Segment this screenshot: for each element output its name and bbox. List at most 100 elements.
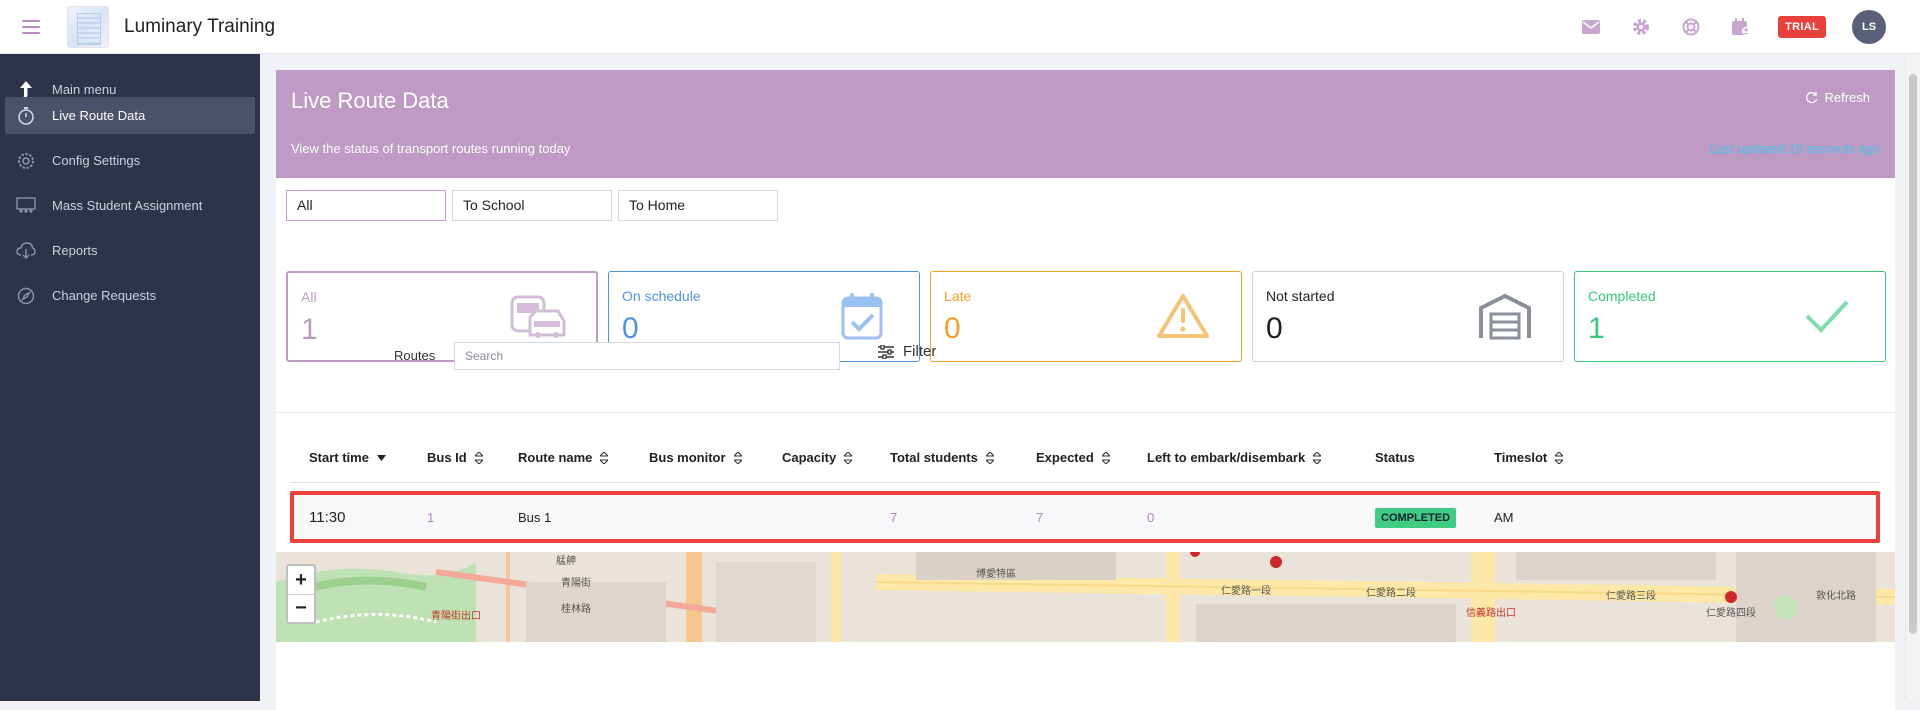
sidebar-item-label: Live Route Data <box>52 108 146 123</box>
cell-bus-id[interactable]: 1 <box>427 510 434 525</box>
tab-to-school[interactable]: To School <box>452 190 612 221</box>
column-label: Left to embark/disembark <box>1147 450 1306 465</box>
column-label: Route name <box>518 450 593 465</box>
column-expected[interactable]: Expected <box>1036 450 1110 465</box>
cloud-download-icon <box>15 240 37 262</box>
card-label: All <box>301 289 317 305</box>
column-label: Bus monitor <box>649 450 726 465</box>
routes-label: Routes <box>394 348 436 363</box>
mail-icon[interactable] <box>1580 16 1602 38</box>
column-label: Total students <box>890 450 978 465</box>
calendar-user-icon[interactable] <box>1730 16 1752 38</box>
sidebar-item-config-settings[interactable]: Config Settings <box>5 142 255 179</box>
sort-icon <box>733 451 742 464</box>
map-label: 桂林路 <box>561 604 591 615</box>
vehicles-icon <box>510 295 566 338</box>
card-label: Late <box>944 288 972 304</box>
gear-icon <box>15 150 37 172</box>
map-label: 博愛特區 <box>976 569 1016 580</box>
refresh-icon <box>1806 91 1818 104</box>
card-value: 0 <box>622 312 639 345</box>
column-route-name[interactable]: Route name <box>518 450 609 465</box>
column-total-students[interactable]: Total students <box>890 450 994 465</box>
column-timeslot[interactable]: Timeslot <box>1494 450 1564 465</box>
divider <box>276 412 1895 413</box>
top-actions: TRIAL LS <box>1552 0 1886 54</box>
sidebar-item-reports[interactable]: Reports <box>5 232 255 269</box>
sidebar: Main menu Live Route Data Config Setting… <box>0 54 260 701</box>
scrollbar-thumb[interactable] <box>1909 74 1917 634</box>
column-label: Expected <box>1036 450 1094 465</box>
sort-icon <box>985 451 994 464</box>
card-value: 0 <box>944 312 961 345</box>
top-bar: Luminary Training TRIAL LS <box>0 0 1920 54</box>
route-map[interactable]: 青陽街出口 青陽街 桂林路 艋舺 博愛特區 仁愛路一段 仁愛路二段 仁愛路三段 … <box>276 552 1895 642</box>
cell-left-to-embark[interactable]: 0 <box>1147 510 1154 525</box>
sliders-icon <box>878 344 894 359</box>
search-input[interactable] <box>454 342 840 370</box>
sidebar-item-label: Main menu <box>52 82 117 97</box>
gear-icon[interactable] <box>1630 16 1652 38</box>
cell-expected[interactable]: 7 <box>1036 510 1043 525</box>
card-value: 1 <box>301 313 318 346</box>
column-status[interactable]: Status <box>1375 450 1415 465</box>
zoom-out-button[interactable]: − <box>288 594 314 622</box>
warning-icon <box>1157 294 1209 338</box>
sidebar-item-live-route-data[interactable]: Live Route Data <box>5 97 255 134</box>
tab-all[interactable]: All <box>286 190 446 221</box>
map-label: 仁愛路三段 <box>1606 591 1656 602</box>
map-label: 信義路出口 <box>1466 608 1516 619</box>
column-bus-id[interactable]: Bus Id <box>427 450 483 465</box>
card-value: 0 <box>1266 312 1283 345</box>
filter-label: Filter <box>903 343 937 360</box>
group-icon <box>15 195 37 217</box>
lifebuoy-icon[interactable] <box>1680 16 1702 38</box>
sidebar-item-mass-student-assignment[interactable]: Mass Student Assignment <box>5 187 255 224</box>
tab-to-home[interactable]: To Home <box>618 190 778 221</box>
sort-icon <box>1101 451 1110 464</box>
page-subtitle: View the status of transport routes runn… <box>291 141 571 156</box>
refresh-button[interactable]: Refresh <box>1805 90 1870 105</box>
trial-badge: TRIAL <box>1778 16 1826 38</box>
column-label: Timeslot <box>1494 450 1548 465</box>
sidebar-item-change-requests[interactable]: Change Requests <box>5 277 255 314</box>
page-scrollbar[interactable] <box>1905 54 1920 701</box>
status-badge: COMPLETED <box>1375 508 1457 528</box>
main-content: Live Route Data Refresh View the status … <box>276 70 1895 710</box>
stopwatch-icon <box>15 105 37 127</box>
cell-total-students[interactable]: 7 <box>890 510 897 525</box>
cell-route-name: Bus 1 <box>518 510 552 525</box>
compass-icon <box>15 285 37 307</box>
routes-table: Start time Bus Id Route name Bus monitor… <box>290 432 1880 550</box>
cell-start-time: 11:30 <box>309 509 346 526</box>
map-label: 青陽街出口 <box>431 611 481 622</box>
calendar-check-icon <box>841 293 883 340</box>
sort-desc-icon <box>376 454 386 461</box>
sort-icon <box>1313 451 1322 464</box>
filter-button[interactable]: Filter <box>878 343 936 360</box>
table-header: Start time Bus Id Route name Bus monitor… <box>290 432 1880 483</box>
zoom-control: + − <box>286 564 316 624</box>
cell-timeslot: AM <box>1494 510 1514 525</box>
avatar[interactable]: LS <box>1852 10 1886 44</box>
card-label: Not started <box>1266 288 1335 304</box>
column-bus-monitor[interactable]: Bus monitor <box>649 450 742 465</box>
column-left-to-embark[interactable]: Left to embark/disembark <box>1147 450 1322 465</box>
app-title: Luminary Training <box>124 15 276 37</box>
column-label: Status <box>1375 450 1415 465</box>
refresh-label: Refresh <box>1824 90 1870 105</box>
hamburger-menu-icon[interactable] <box>22 19 40 34</box>
card-label: On schedule <box>622 288 701 304</box>
table-row[interactable]: 11:30 1 Bus 1 7 7 0 COMPLETED AM <box>290 491 1880 543</box>
sort-icon <box>600 451 609 464</box>
sidebar-item-label: Config Settings <box>52 153 141 168</box>
column-capacity[interactable]: Capacity <box>782 450 853 465</box>
status-card-completed[interactable]: Completed 1 <box>1574 271 1886 362</box>
column-label: Capacity <box>782 450 837 465</box>
column-start-time[interactable]: Start time <box>309 450 386 465</box>
zoom-in-button[interactable]: + <box>288 566 314 594</box>
sort-icon <box>1555 451 1564 464</box>
status-card-late[interactable]: Late 0 <box>930 271 1242 362</box>
status-card-not-started[interactable]: Not started 0 <box>1252 271 1564 362</box>
app-logo <box>67 5 109 48</box>
